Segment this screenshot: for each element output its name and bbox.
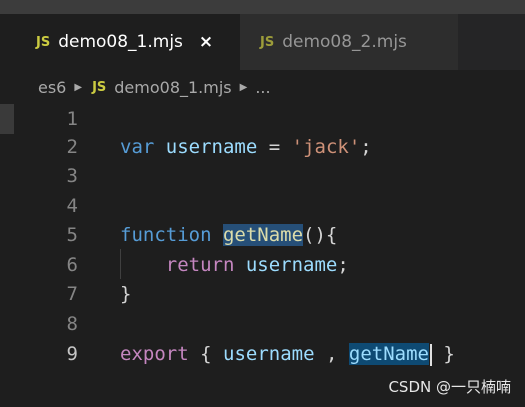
line-number: 5	[66, 224, 78, 246]
tab-demo08-1[interactable]: JS demo08_1.mjs ×	[0, 14, 240, 70]
line-number: 3	[66, 165, 78, 187]
code-text: }	[120, 279, 131, 309]
code-line[interactable]: 4	[0, 191, 525, 221]
code-line[interactable]: 8	[0, 309, 525, 339]
code-text: export { username , getName }	[120, 339, 455, 369]
text-cursor	[429, 343, 432, 366]
code-editor[interactable]: 1 2 var username = 'jack'; 3 4 5 functio…	[0, 104, 525, 407]
line-number: 7	[66, 283, 78, 305]
code-line[interactable]: 7 }	[0, 279, 525, 309]
tab-label: demo08_1.mjs	[58, 32, 183, 52]
breadcrumb-folder[interactable]: es6	[38, 78, 66, 97]
code-text: return username;	[120, 250, 349, 280]
code-line-current[interactable]: 9 export { username , getName }	[0, 339, 525, 369]
keyword-token: export	[120, 343, 189, 365]
breadcrumb: es6 ▶ JS demo08_1.mjs ▶ ...	[0, 70, 525, 104]
code-line[interactable]: 5 function getName(){	[0, 220, 525, 250]
javascript-file-icon: JS	[92, 79, 107, 95]
punctuation-token: ;	[337, 254, 349, 276]
punctuation-token: }	[443, 343, 455, 365]
variable-token: username	[165, 136, 258, 158]
punctuation-token: (){	[303, 224, 338, 246]
code-line[interactable]: 2 var username = 'jack';	[0, 132, 525, 162]
line-number: 8	[66, 313, 78, 335]
line-number: 4	[66, 195, 78, 217]
breadcrumb-ellipsis[interactable]: ...	[255, 78, 270, 97]
watermark: CSDN @一只楠喃	[388, 378, 511, 396]
variable-token: username	[223, 343, 315, 365]
javascript-file-icon: JS	[260, 34, 275, 50]
punctuation-token: }	[120, 283, 132, 305]
punctuation-token: ;	[360, 136, 372, 158]
keyword-token: return	[165, 254, 235, 276]
tab-demo08-2[interactable]: JS demo08_2.mjs	[240, 14, 458, 70]
breadcrumb-file[interactable]: demo08_1.mjs	[114, 78, 231, 97]
chevron-right-icon: ▶	[239, 81, 248, 93]
keyword-token: function	[120, 224, 212, 246]
selected-token: getName	[348, 343, 429, 365]
line-number: 1	[66, 108, 78, 130]
javascript-file-icon: JS	[36, 34, 51, 50]
punctuation-token: ,	[325, 343, 338, 365]
code-text: function getName(){	[120, 220, 337, 250]
code-line[interactable]: 1	[0, 104, 525, 134]
code-line[interactable]: 6 return username;	[0, 250, 525, 280]
tab-label: demo08_2.mjs	[282, 32, 407, 52]
punctuation-token: {	[200, 343, 212, 365]
title-strip	[0, 0, 525, 14]
keyword-token: var	[120, 136, 155, 158]
line-number: 2	[66, 136, 78, 158]
function-name-token: getName	[222, 224, 304, 246]
line-number: 9	[66, 343, 78, 365]
code-text: var username = 'jack';	[120, 132, 372, 162]
close-icon[interactable]: ×	[199, 32, 213, 52]
code-line[interactable]: 3	[0, 161, 525, 191]
variable-token: username	[245, 254, 338, 276]
operator-token: =	[268, 136, 281, 158]
tab-bar: JS demo08_1.mjs × JS demo08_2.mjs	[0, 14, 525, 70]
line-number: 6	[66, 254, 78, 276]
string-token: 'jack'	[291, 136, 361, 158]
chevron-right-icon: ▶	[74, 81, 83, 93]
